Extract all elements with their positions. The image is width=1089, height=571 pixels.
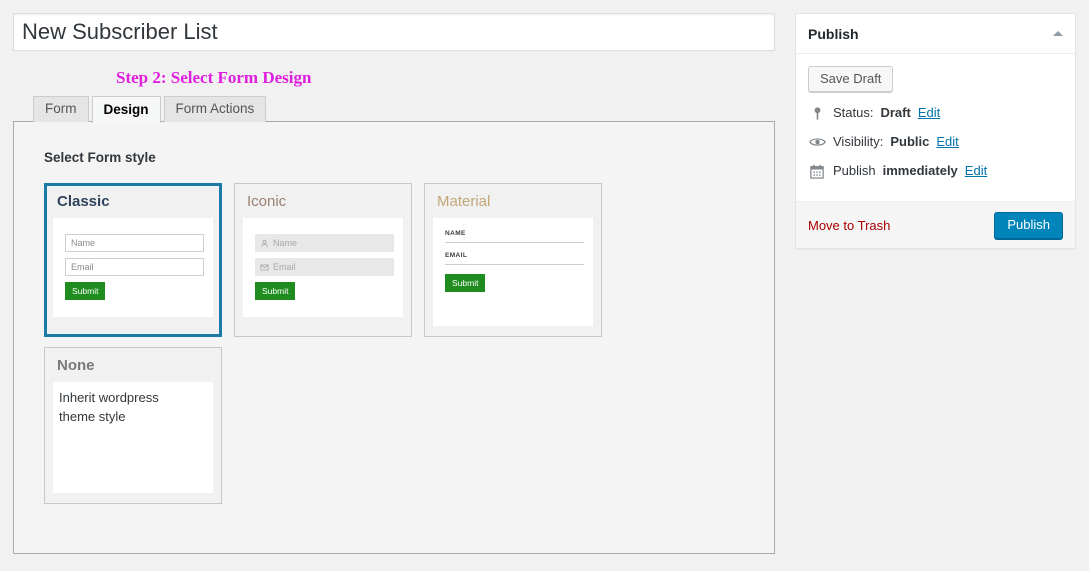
publish-metabox: Publish Save Draft Status: Draft Edit Vi…	[795, 13, 1076, 249]
preview-name-input: Name	[65, 234, 204, 252]
envelope-icon	[260, 264, 269, 270]
style-card-none[interactable]: None Inherit wordpress theme style	[44, 347, 222, 504]
visibility-row: Visibility: Public Edit	[808, 133, 1063, 151]
preview-name-label: Name	[273, 238, 298, 248]
preview-name-input: Name	[255, 234, 394, 252]
status-label: Status:	[833, 105, 874, 120]
style-preview-none: Inherit wordpress theme style	[53, 382, 213, 493]
preview-email-underline	[445, 264, 584, 265]
style-preview-iconic: Name Email Submit	[243, 218, 403, 317]
step-heading: Step 2: Select Form Design	[116, 68, 312, 87]
style-preview-classic: Name Email Submit	[53, 218, 213, 317]
publish-metabox-header[interactable]: Publish	[796, 14, 1075, 54]
preview-submit-button: Submit	[445, 274, 486, 292]
user-icon	[261, 239, 268, 247]
style-none-description: Inherit wordpress theme style	[59, 390, 159, 424]
tab-design[interactable]: Design	[91, 96, 161, 123]
visibility-value: Public	[890, 134, 930, 149]
save-draft-button[interactable]: Save Draft	[808, 66, 894, 92]
preview-name-underline	[445, 242, 584, 243]
publish-metabox-footer: Move to Trash Publish	[796, 201, 1075, 248]
style-card-title: Iconic	[247, 193, 287, 210]
tab-form-actions[interactable]: Form Actions	[163, 96, 267, 122]
publish-date-row: Publish immediately Edit	[808, 162, 1063, 180]
publish-metabox-title: Publish	[808, 25, 859, 42]
publish-date-edit-link[interactable]: Edit	[965, 162, 987, 180]
preview-submit-button: Submit	[65, 282, 106, 300]
style-card-material[interactable]: Material NAME EMAIL Submit	[424, 183, 602, 337]
visibility-edit-link[interactable]: Edit	[936, 133, 958, 151]
style-card-iconic[interactable]: Iconic Name Email Submit	[234, 183, 412, 337]
preview-submit-button: Submit	[255, 282, 296, 300]
preview-email-label: Email	[273, 262, 296, 272]
form-style-grid: Classic Name Email Submit Iconic Name Em…	[44, 183, 624, 504]
publish-date-value: immediately	[882, 163, 958, 178]
publish-button[interactable]: Publish	[994, 211, 1063, 239]
post-title-input[interactable]	[13, 13, 775, 51]
design-panel: Select Form style Classic Name Email Sub…	[13, 121, 775, 554]
move-to-trash-link[interactable]: Move to Trash	[808, 218, 890, 233]
style-card-title: Material	[437, 193, 491, 210]
style-card-title: Classic	[57, 193, 110, 210]
status-edit-link[interactable]: Edit	[918, 104, 940, 122]
design-tabs: Form Design Form Actions	[33, 96, 775, 123]
tab-form[interactable]: Form	[33, 96, 89, 122]
calendar-icon	[808, 164, 826, 179]
preview-email-input: Email	[255, 258, 394, 276]
style-card-classic[interactable]: Classic Name Email Submit	[44, 183, 222, 337]
pin-icon	[808, 106, 826, 121]
style-card-title: None	[57, 357, 95, 374]
publish-date-label: Publish	[833, 163, 876, 178]
preview-email-input: Email	[65, 258, 204, 276]
preview-name-label: NAME	[445, 230, 466, 237]
eye-icon	[808, 136, 826, 148]
publish-metabox-body: Save Draft Status: Draft Edit Visibility…	[796, 54, 1075, 201]
triangle-up-icon[interactable]	[1053, 31, 1063, 36]
select-form-style-heading: Select Form style	[44, 150, 156, 165]
preview-email-label: EMAIL	[445, 252, 468, 259]
status-value: Draft	[880, 105, 911, 120]
status-row: Status: Draft Edit	[808, 104, 1063, 122]
visibility-label: Visibility:	[833, 134, 884, 149]
style-preview-material: NAME EMAIL Submit	[433, 218, 593, 326]
editor-main-column: Step 2: Select Form Design Form Design F…	[13, 13, 775, 554]
